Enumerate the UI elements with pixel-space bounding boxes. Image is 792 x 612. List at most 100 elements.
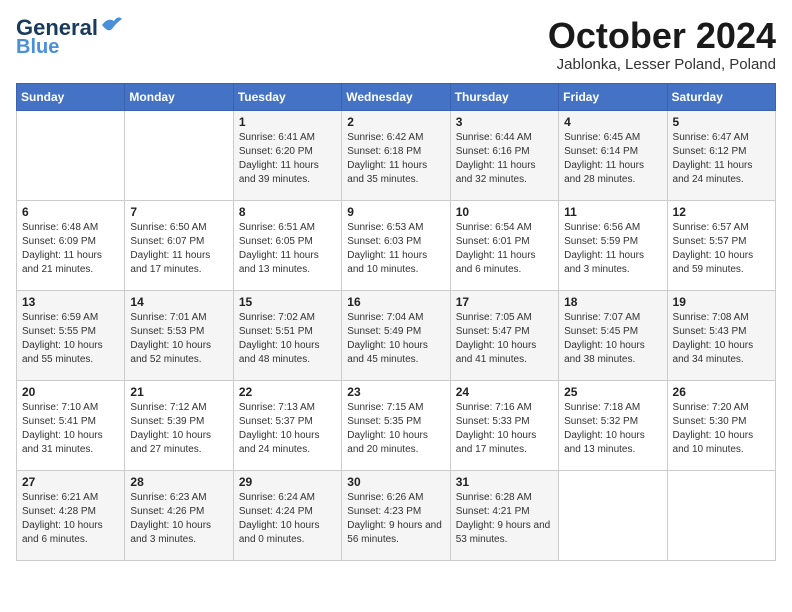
day-detail: Sunrise: 7:05 AMSunset: 5:47 PMDaylight:… (456, 311, 553, 367)
header-row: Sunday Monday Tuesday Wednesday Thursday… (17, 83, 776, 110)
day-detail: Sunrise: 7:18 AMSunset: 5:32 PMDaylight:… (564, 401, 661, 457)
day-detail: Sunrise: 6:21 AMSunset: 4:28 PMDaylight:… (22, 491, 119, 547)
col-tuesday: Tuesday (233, 83, 341, 110)
day-detail: Sunrise: 7:07 AMSunset: 5:45 PMDaylight:… (564, 311, 661, 367)
day-number: 6 (22, 205, 119, 219)
calendar-cell: 5 Sunrise: 6:47 AMSunset: 6:12 PMDaylight… (667, 110, 775, 200)
logo-text-blue: Blue (16, 36, 59, 58)
calendar-table: Sunday Monday Tuesday Wednesday Thursday… (16, 83, 776, 561)
day-number: 21 (130, 385, 227, 399)
day-number: 14 (130, 295, 227, 309)
calendar-week-row: 6Sunrise: 6:48 AMSunset: 6:09 PMDaylight… (17, 200, 776, 290)
day-detail: Sunrise: 6:24 AMSunset: 4:24 PMDaylight:… (239, 491, 336, 547)
day-number: 5 (673, 115, 770, 129)
calendar-cell (17, 110, 125, 200)
calendar-cell: 11 Sunrise: 6:56 AMSunset: 5:59 PMDayligh… (559, 200, 667, 290)
day-detail: Sunrise: 6:51 AMSunset: 6:05 PMDaylight:… (239, 221, 336, 277)
day-detail: Sunrise: 6:28 AMSunset: 4:21 PMDaylight:… (456, 491, 553, 547)
day-number: 16 (347, 295, 444, 309)
day-number: 22 (239, 385, 336, 399)
day-number: 4 (564, 115, 661, 129)
day-detail: Sunrise: 6:56 AMSunset: 5:59 PMDaylight:… (564, 221, 661, 277)
calendar-cell: 9 Sunrise: 6:53 AMSunset: 6:03 PMDaylight… (342, 200, 450, 290)
calendar-cell: 1 Sunrise: 6:41 AMSunset: 6:20 PMDaylight… (233, 110, 341, 200)
calendar-week-row: 1 Sunrise: 6:41 AMSunset: 6:20 PMDaylight… (17, 110, 776, 200)
calendar-cell: 14Sunrise: 7:01 AMSunset: 5:53 PMDayligh… (125, 290, 233, 380)
calendar-cell: 12 Sunrise: 6:57 AMSunset: 5:57 PMDayligh… (667, 200, 775, 290)
day-detail: Sunrise: 7:15 AMSunset: 5:35 PMDaylight:… (347, 401, 444, 457)
day-detail: Sunrise: 6:47 AMSunset: 6:12 PMDaylight:… (673, 131, 770, 187)
calendar-cell (559, 470, 667, 560)
calendar-cell: 21 Sunrise: 7:12 AMSunset: 5:39 PMDayligh… (125, 380, 233, 470)
day-detail: Sunrise: 6:41 AMSunset: 6:20 PMDaylight:… (239, 131, 336, 187)
calendar-cell: 18 Sunrise: 7:07 AMSunset: 5:45 PMDayligh… (559, 290, 667, 380)
day-number: 1 (239, 115, 336, 129)
calendar-cell: 23Sunrise: 7:15 AMSunset: 5:35 PMDayligh… (342, 380, 450, 470)
calendar-cell: 20Sunrise: 7:10 AMSunset: 5:41 PMDayligh… (17, 380, 125, 470)
day-detail: Sunrise: 6:23 AMSunset: 4:26 PMDaylight:… (130, 491, 227, 547)
calendar-week-row: 13 Sunrise: 6:59 AMSunset: 5:55 PMDayligh… (17, 290, 776, 380)
calendar-cell (125, 110, 233, 200)
calendar-cell: 4 Sunrise: 6:45 AMSunset: 6:14 PMDaylight… (559, 110, 667, 200)
calendar-week-row: 20Sunrise: 7:10 AMSunset: 5:41 PMDayligh… (17, 380, 776, 470)
day-detail: Sunrise: 7:04 AMSunset: 5:49 PMDaylight:… (347, 311, 444, 367)
page-header: General Blue October 2024 Jablonka, Less… (16, 16, 776, 73)
day-number: 10 (456, 205, 553, 219)
day-number: 18 (564, 295, 661, 309)
day-number: 28 (130, 475, 227, 489)
calendar-cell: 31 Sunrise: 6:28 AMSunset: 4:21 PMDayligh… (450, 470, 558, 560)
day-detail: Sunrise: 6:42 AMSunset: 6:18 PMDaylight:… (347, 131, 444, 187)
day-detail: Sunrise: 7:12 AMSunset: 5:39 PMDaylight:… (130, 401, 227, 457)
calendar-cell: 28 Sunrise: 6:23 AMSunset: 4:26 PMDayligh… (125, 470, 233, 560)
calendar-cell: 13 Sunrise: 6:59 AMSunset: 5:55 PMDayligh… (17, 290, 125, 380)
calendar-cell: 29 Sunrise: 6:24 AMSunset: 4:24 PMDayligh… (233, 470, 341, 560)
calendar-cell: 16 Sunrise: 7:04 AMSunset: 5:49 PMDayligh… (342, 290, 450, 380)
day-number: 31 (456, 475, 553, 489)
day-number: 24 (456, 385, 553, 399)
col-friday: Friday (559, 83, 667, 110)
day-detail: Sunrise: 6:44 AMSunset: 6:16 PMDaylight:… (456, 131, 553, 187)
day-detail: Sunrise: 6:26 AMSunset: 4:23 PMDaylight:… (347, 491, 444, 547)
day-number: 19 (673, 295, 770, 309)
calendar-body: 1 Sunrise: 6:41 AMSunset: 6:20 PMDaylight… (17, 110, 776, 560)
day-number: 12 (673, 205, 770, 219)
day-number: 13 (22, 295, 119, 309)
day-number: 25 (564, 385, 661, 399)
title-block: October 2024 Jablonka, Lesser Poland, Po… (548, 16, 776, 73)
day-detail: Sunrise: 6:53 AMSunset: 6:03 PMDaylight:… (347, 221, 444, 277)
day-detail: Sunrise: 7:02 AMSunset: 5:51 PMDaylight:… (239, 311, 336, 367)
calendar-cell: 22 Sunrise: 7:13 AMSunset: 5:37 PMDayligh… (233, 380, 341, 470)
col-thursday: Thursday (450, 83, 558, 110)
calendar-cell: 30Sunrise: 6:26 AMSunset: 4:23 PMDayligh… (342, 470, 450, 560)
calendar-cell (667, 470, 775, 560)
day-number: 15 (239, 295, 336, 309)
calendar-week-row: 27Sunrise: 6:21 AMSunset: 4:28 PMDayligh… (17, 470, 776, 560)
day-detail: Sunrise: 7:13 AMSunset: 5:37 PMDaylight:… (239, 401, 336, 457)
calendar-cell: 17 Sunrise: 7:05 AMSunset: 5:47 PMDayligh… (450, 290, 558, 380)
day-detail: Sunrise: 6:57 AMSunset: 5:57 PMDaylight:… (673, 221, 770, 277)
day-number: 9 (347, 205, 444, 219)
day-detail: Sunrise: 6:50 AMSunset: 6:07 PMDaylight:… (130, 221, 227, 277)
bird-icon (100, 15, 122, 33)
calendar-cell: 26Sunrise: 7:20 AMSunset: 5:30 PMDayligh… (667, 380, 775, 470)
calendar-cell: 24 Sunrise: 7:16 AMSunset: 5:33 PMDayligh… (450, 380, 558, 470)
day-number: 11 (564, 205, 661, 219)
month-title: October 2024 (548, 16, 776, 56)
col-wednesday: Wednesday (342, 83, 450, 110)
day-number: 17 (456, 295, 553, 309)
day-number: 2 (347, 115, 444, 129)
day-detail: Sunrise: 6:54 AMSunset: 6:01 PMDaylight:… (456, 221, 553, 277)
day-detail: Sunrise: 6:59 AMSunset: 5:55 PMDaylight:… (22, 311, 119, 367)
day-detail: Sunrise: 6:45 AMSunset: 6:14 PMDaylight:… (564, 131, 661, 187)
calendar-cell: 27Sunrise: 6:21 AMSunset: 4:28 PMDayligh… (17, 470, 125, 560)
calendar-cell: 3 Sunrise: 6:44 AMSunset: 6:16 PMDaylight… (450, 110, 558, 200)
day-number: 29 (239, 475, 336, 489)
day-detail: Sunrise: 7:20 AMSunset: 5:30 PMDaylight:… (673, 401, 770, 457)
calendar-cell: 8Sunrise: 6:51 AMSunset: 6:05 PMDaylight… (233, 200, 341, 290)
day-number: 3 (456, 115, 553, 129)
day-number: 20 (22, 385, 119, 399)
day-detail: Sunrise: 7:16 AMSunset: 5:33 PMDaylight:… (456, 401, 553, 457)
calendar-cell: 25 Sunrise: 7:18 AMSunset: 5:32 PMDayligh… (559, 380, 667, 470)
col-monday: Monday (125, 83, 233, 110)
col-saturday: Saturday (667, 83, 775, 110)
